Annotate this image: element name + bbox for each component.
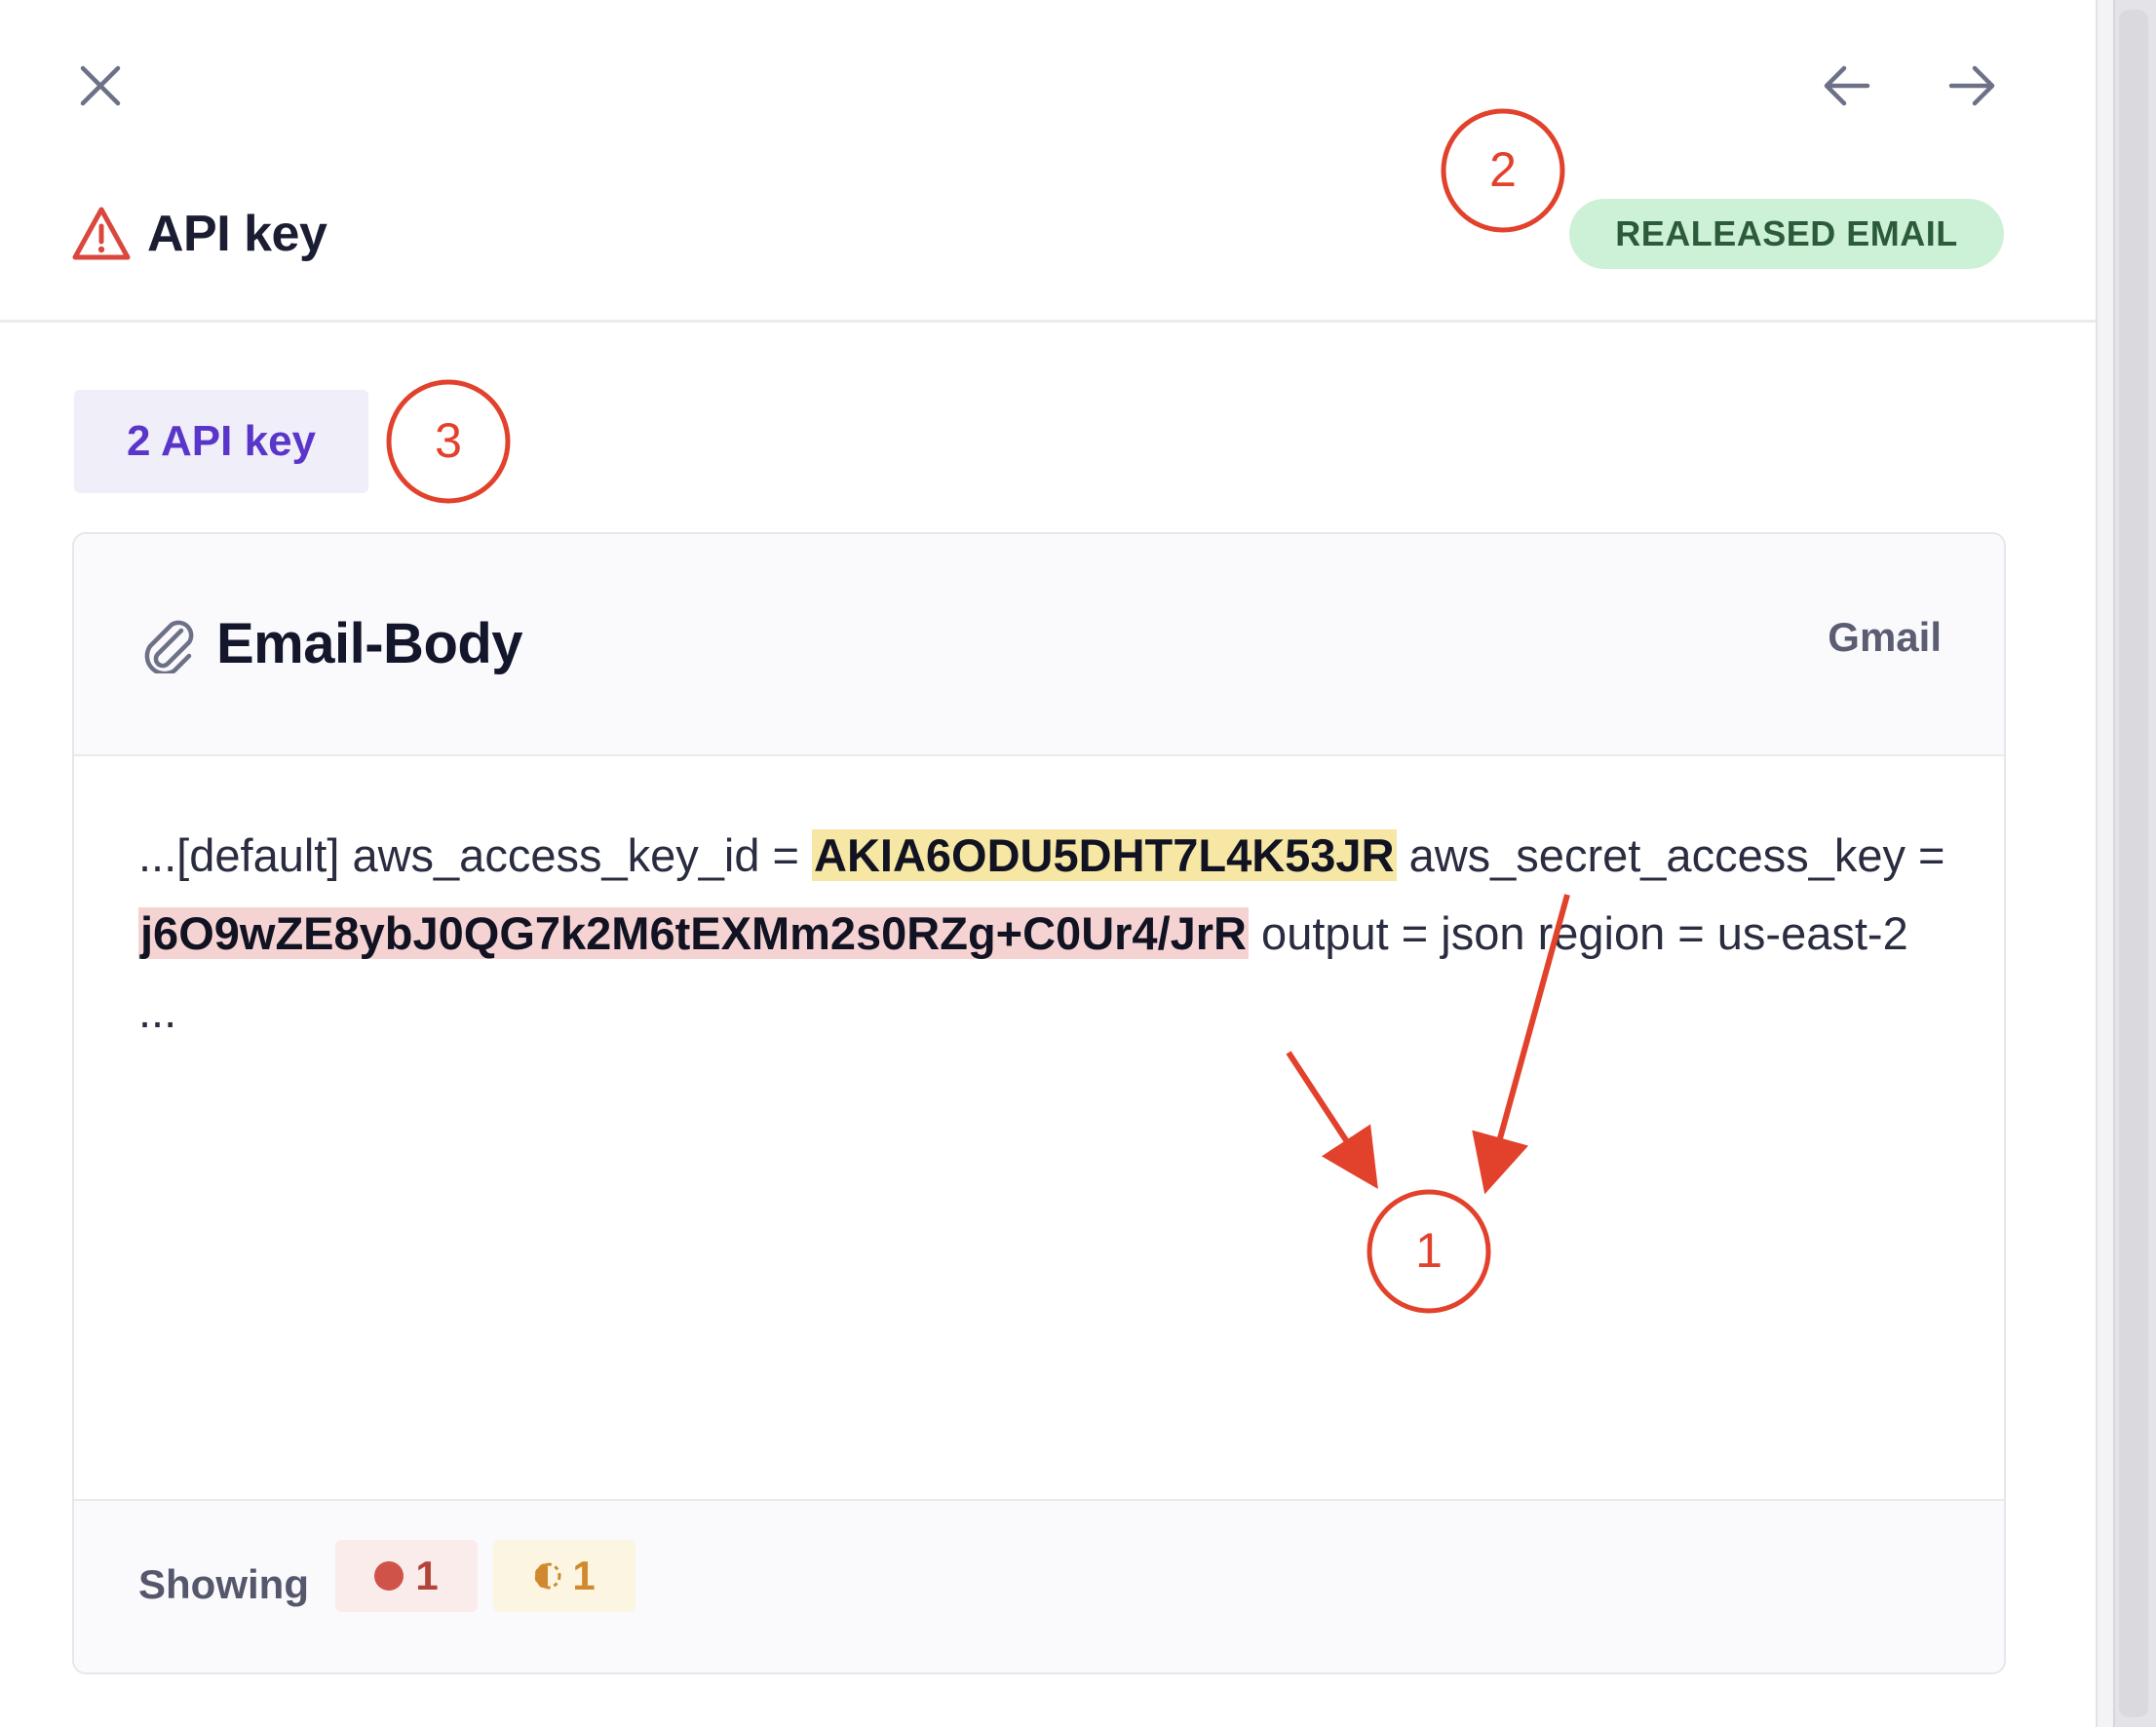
- scrollbar-thumb[interactable]: [2119, 10, 2148, 1717]
- paperclip-icon: [144, 620, 194, 673]
- tab-api-key[interactable]: 2 API key: [74, 390, 368, 493]
- page-title: API key: [71, 200, 327, 268]
- arrow-right-icon: [1948, 65, 1995, 106]
- previous-button[interactable]: [1813, 52, 1881, 120]
- source-label: Gmail: [1828, 614, 1942, 660]
- detail-panel: API key REALEASED EMAIL 2 API key Email-…: [0, 0, 2096, 1727]
- next-button[interactable]: [1938, 52, 2006, 120]
- critical-dot-icon: [374, 1561, 404, 1591]
- critical-count: 1: [415, 1553, 439, 1598]
- card-header: Email-Body Gmail: [74, 534, 2004, 756]
- warning-count-chip[interactable]: 1: [493, 1540, 635, 1612]
- card-title: Email-Body: [138, 604, 523, 682]
- secret-key-highlight[interactable]: j6O9wZE8ybJ0QG7k2M6tEXMm2s0RZg+C0Ur4/JrR: [138, 907, 1249, 959]
- card-title-text: Email-Body: [216, 611, 523, 675]
- half-circle-icon: [534, 1562, 561, 1590]
- critical-count-chip[interactable]: 1: [335, 1540, 478, 1612]
- access-key-highlight[interactable]: AKIA6ODU5DHT7L4K53JR: [812, 829, 1397, 881]
- body-suffix: output = json region = us-east-2: [1249, 907, 1908, 959]
- status-badge: REALEASED EMAIL: [1569, 199, 2004, 269]
- arrow-left-icon: [1824, 65, 1870, 106]
- body-middle: aws_secret_access_key =: [1396, 829, 1945, 881]
- close-icon: [80, 65, 121, 106]
- page-title-text: API key: [147, 206, 327, 262]
- email-body-card: Email-Body Gmail ...[default] aws_access…: [72, 532, 2006, 1674]
- annotation-label-3: 3: [435, 413, 462, 468]
- warning-count: 1: [572, 1553, 596, 1598]
- scrollbar-gutter: [2096, 0, 2115, 1727]
- annotation-label-2: 2: [1489, 142, 1517, 197]
- body-prefix: ...[default] aws_access_key_id =: [138, 829, 813, 881]
- body-ellipsis: ...: [138, 985, 177, 1037]
- close-button[interactable]: [66, 52, 135, 120]
- annotation-label-1: 1: [1415, 1223, 1443, 1278]
- warning-triangle-icon: [72, 207, 131, 260]
- email-body-text: ...[default] aws_access_key_id = AKIA6OD…: [138, 817, 1951, 1051]
- header-divider: [0, 320, 2096, 323]
- card-footer: Showing 1 1: [74, 1499, 2004, 1672]
- showing-label: Showing: [138, 1561, 309, 1607]
